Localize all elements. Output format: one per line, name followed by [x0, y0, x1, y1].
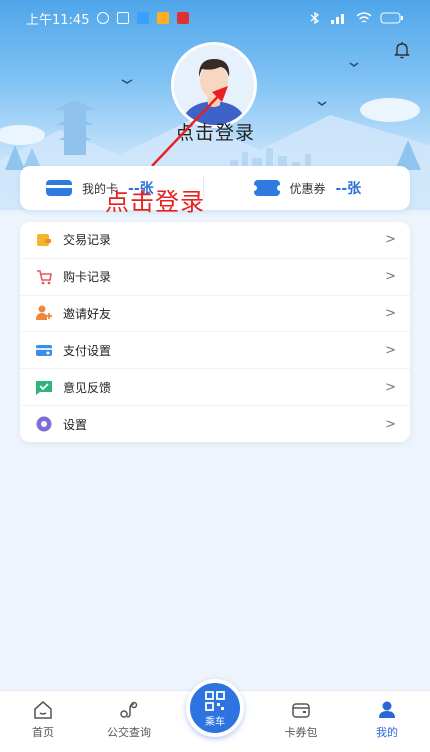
- stats-card: 我的卡 --张 优惠券 --张: [20, 166, 410, 210]
- menu-item-label: 购卡记录: [63, 270, 112, 285]
- tab-label: 公交查询: [107, 726, 151, 739]
- tab-home[interactable]: 首页: [0, 691, 86, 752]
- coupon-value: --张: [335, 181, 362, 197]
- cart-icon: [37, 269, 52, 285]
- ride-button[interactable]: 乘车: [186, 679, 244, 737]
- tab-label: 卡券包: [284, 726, 318, 739]
- menu-item-label: 邀请好友: [63, 306, 112, 321]
- wifi-icon: [356, 12, 372, 23]
- wallet-icon: [292, 703, 310, 718]
- home-icon: [34, 701, 52, 719]
- settings-icon: [36, 416, 52, 432]
- menu-item-purchase-records[interactable]: 购卡记录 >: [20, 259, 410, 296]
- chevron-right-icon: >: [385, 269, 396, 285]
- app-icon: [177, 12, 190, 24]
- feedback-icon: [36, 381, 52, 396]
- bus-card-icon: [46, 180, 72, 196]
- bluetooth-icon: [310, 12, 320, 24]
- coupon-icon: [253, 180, 280, 196]
- coupon-stat[interactable]: 优惠券 --张: [204, 178, 411, 198]
- user-icon: [379, 701, 395, 718]
- bell-icon[interactable]: [392, 40, 412, 60]
- annotation-text: 点击登录: [105, 188, 205, 216]
- chevron-right-icon: >: [385, 232, 396, 248]
- chevron-right-icon: >: [385, 416, 396, 432]
- chevron-right-icon: >: [385, 379, 396, 395]
- app-icon: [137, 12, 150, 24]
- status-time: 上午11:45: [26, 12, 90, 28]
- tab-bus-query[interactable]: 公交查询: [86, 691, 172, 752]
- menu-item-label: 意见反馈: [63, 380, 112, 395]
- transaction-icon: [37, 233, 51, 246]
- menu-item-payment-settings[interactable]: 支付设置 >: [20, 332, 410, 370]
- signal-icon: [331, 14, 344, 24]
- annotation-arrow: [151, 86, 228, 167]
- menu-item-settings[interactable]: 设置 >: [20, 406, 410, 443]
- payment-card-icon: [36, 345, 52, 357]
- tab-label: 我的: [376, 726, 398, 739]
- tab-label: 乘车: [205, 716, 225, 728]
- tab-card-wallet[interactable]: 卡券包: [258, 691, 344, 752]
- menu-item-feedback[interactable]: 意见反馈 >: [20, 369, 410, 406]
- chevron-right-icon: >: [385, 342, 396, 358]
- qr-code-icon: [205, 690, 225, 711]
- app-icon: [157, 12, 170, 24]
- gallery-icon: [117, 12, 130, 24]
- tab-mine[interactable]: 我的: [344, 691, 430, 752]
- chevron-right-icon: >: [385, 305, 396, 321]
- alarm-icon: [97, 12, 110, 24]
- tab-label: 首页: [32, 726, 54, 739]
- coupon-label: 优惠券: [289, 181, 326, 196]
- invite-friends-icon: [36, 305, 52, 321]
- menu-item-label: 支付设置: [63, 343, 112, 358]
- notification-icons: [97, 12, 190, 24]
- menu-item-label: 交易记录: [63, 233, 112, 248]
- system-icons: [308, 12, 404, 24]
- tab-ride[interactable]: 乘车: [172, 679, 258, 752]
- menu-list: 交易记录 > 购卡记录 > 邀请好友 > 支付设置 > 意见反馈 > 设置 >: [20, 222, 410, 442]
- status-bar: 上午11:45: [0, 0, 430, 36]
- menu-item-label: 设置: [63, 417, 88, 432]
- menu-item-invite-friends[interactable]: 邀请好友 >: [20, 296, 410, 333]
- bus-route-icon: [120, 701, 138, 718]
- bottom-tab-bar: 首页 公交查询 乘车 卡券包 我的: [0, 679, 430, 752]
- battery-icon: [380, 12, 403, 24]
- menu-item-transactions[interactable]: 交易记录 >: [20, 222, 410, 259]
